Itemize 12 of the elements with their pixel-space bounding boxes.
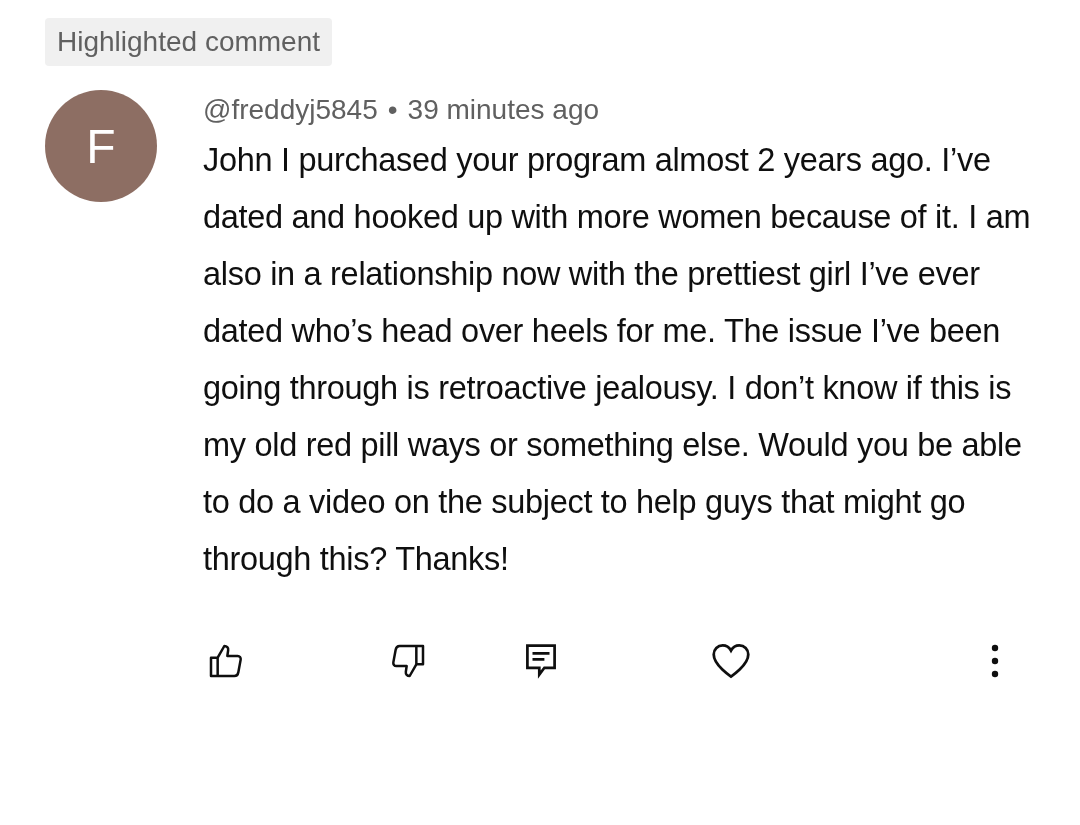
avatar[interactable]: F — [45, 90, 157, 202]
highlighted-comment-badge: Highlighted comment — [45, 18, 333, 66]
separator-dot: • — [387, 93, 398, 127]
heart-icon — [710, 642, 752, 680]
heart-button[interactable] — [710, 642, 752, 680]
more-options-button[interactable] — [990, 643, 1000, 679]
reply-button[interactable] — [524, 642, 558, 680]
comment-icon — [524, 642, 558, 680]
comment-author[interactable]: @freddyj5845 — [203, 90, 378, 130]
comment-time: 39 minutes ago — [407, 93, 600, 127]
more-icon — [990, 643, 1000, 679]
comment-text: John I purchased your program almost 2 years ago. I’ve dated and hooked up with more women because of it. I am also in a relationship now with the prettiest girl I’ve ever dated who’s head over heels for me. The issue I’ve been going through is retroactive jealousy. I don’t know if this is my old red pill ways or something else. Would you be able to do a video on the subject to help guys that might go through this? Thanks! — [203, 141, 1032, 579]
